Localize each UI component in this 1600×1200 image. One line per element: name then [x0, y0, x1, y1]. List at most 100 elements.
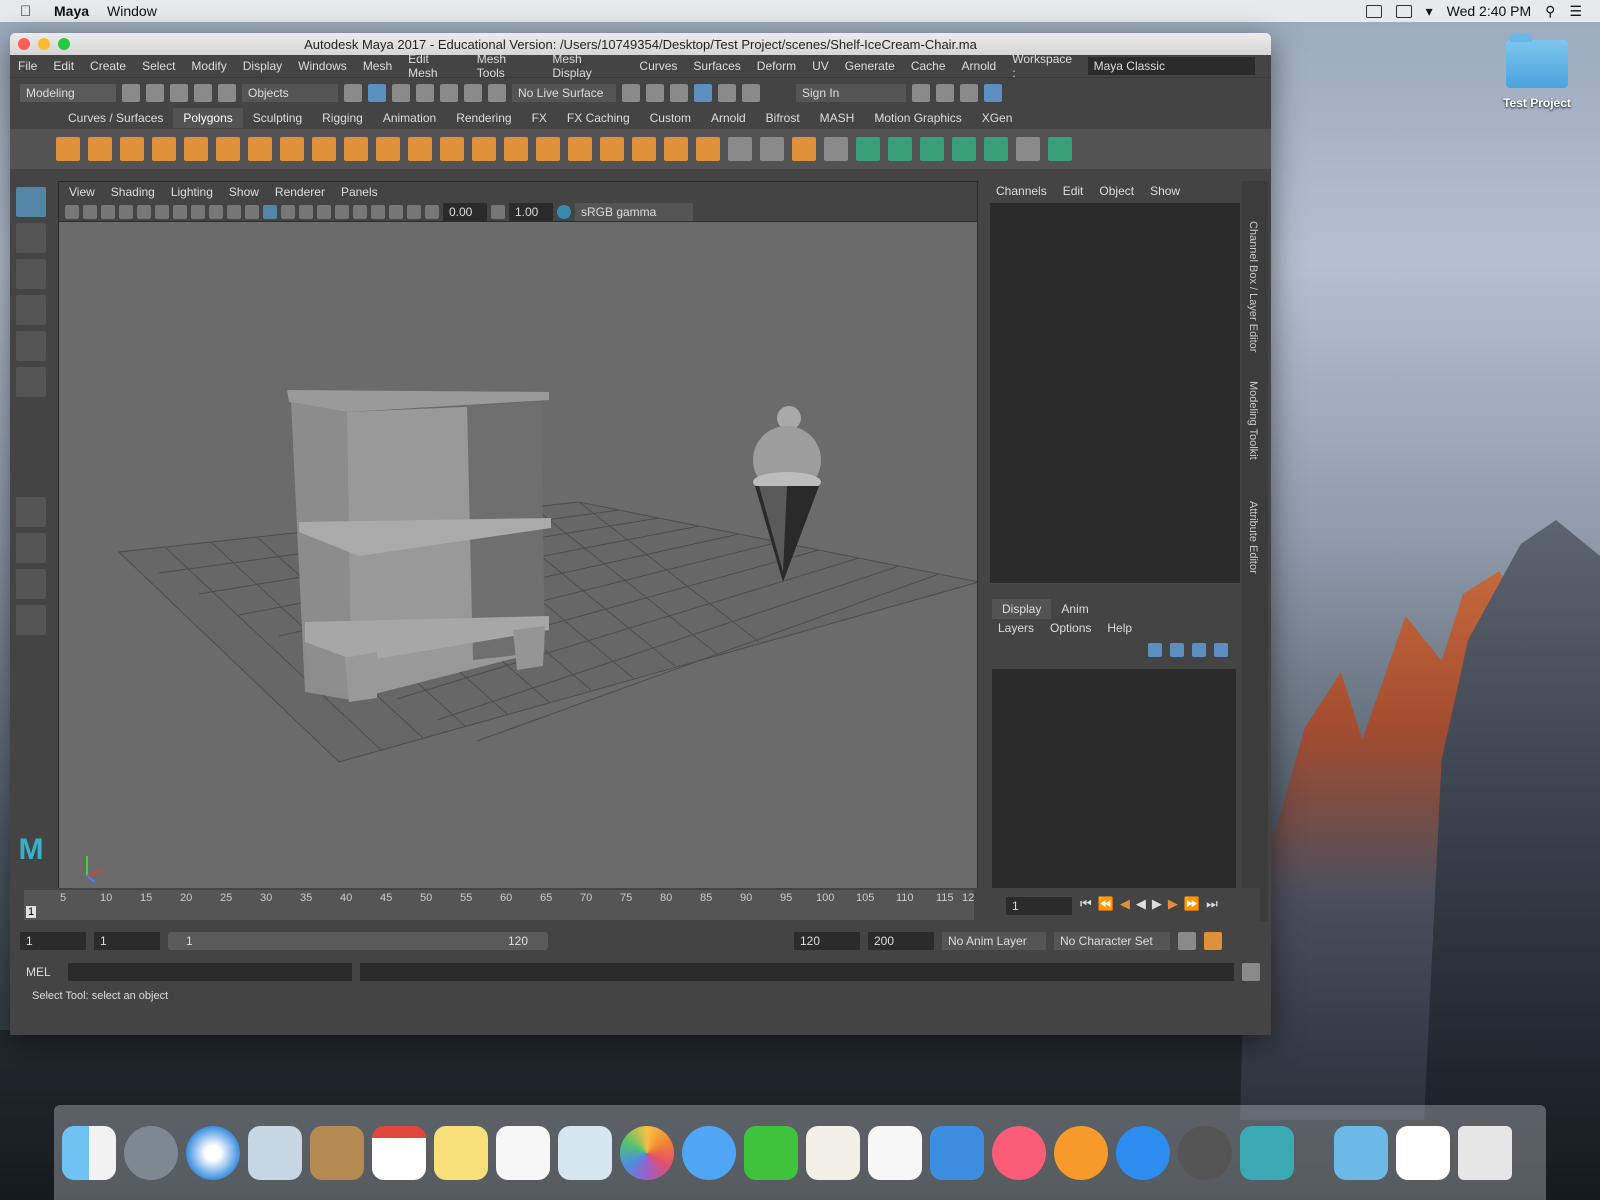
panel-menu-view[interactable]: View	[69, 185, 95, 199]
tab-mash[interactable]: MASH	[810, 108, 865, 128]
target-weld-icon[interactable]	[632, 137, 656, 161]
panel-menu-panels[interactable]: Panels	[341, 185, 378, 199]
anim-layer-dropdown[interactable]: No Anim Layer	[942, 932, 1046, 950]
four-view-layout-icon[interactable]	[16, 533, 46, 563]
step-back-frame-icon[interactable]: ◀	[1120, 896, 1130, 912]
menu-set-dropdown[interactable]: Modeling	[20, 83, 116, 102]
fill-hole-icon[interactable]	[696, 137, 720, 161]
play-backwards-icon[interactable]: ◀	[1136, 896, 1146, 912]
tab-animation[interactable]: Animation	[373, 108, 446, 128]
multi-cut-icon[interactable]	[600, 137, 624, 161]
paint-select-tool-icon[interactable]	[16, 259, 46, 289]
menu-mesh-display[interactable]: Mesh Display	[552, 52, 623, 80]
smooth-icon[interactable]	[472, 137, 496, 161]
workspace-dropdown[interactable]: Maya Classic	[1087, 57, 1255, 75]
tab-channel-box-layer-editor[interactable]: Channel Box / Layer Editor	[1247, 221, 1259, 352]
extrude-icon[interactable]	[568, 137, 592, 161]
menu-surfaces[interactable]: Surfaces	[693, 59, 740, 73]
redo-icon[interactable]	[218, 83, 236, 102]
menu-curves[interactable]: Curves	[639, 59, 677, 73]
channel-menu-object[interactable]: Object	[1099, 184, 1134, 198]
playback-end-field[interactable]: 120	[794, 932, 860, 950]
scene-view[interactable]	[59, 222, 977, 918]
uv-camera-icon[interactable]	[984, 137, 1008, 161]
character-set-dropdown[interactable]: No Character Set	[1054, 932, 1170, 950]
downloads-icon[interactable]	[1334, 1125, 1388, 1180]
bookmark-icon[interactable]	[101, 204, 115, 219]
pause-icon[interactable]	[742, 83, 760, 102]
channel-box-icon[interactable]	[984, 83, 1002, 102]
playback-start-field[interactable]: 1	[94, 932, 160, 950]
menu-display[interactable]: Display	[243, 59, 282, 73]
live-surface-field[interactable]: No Live Surface	[512, 83, 616, 102]
color-management-icon[interactable]	[557, 204, 571, 219]
separate-icon[interactable]	[408, 137, 432, 161]
wifi-icon[interactable]: ▾	[1426, 3, 1433, 20]
rotate-tool-icon[interactable]	[16, 331, 46, 361]
contacts-icon[interactable]	[310, 1125, 364, 1180]
outliner-layout-icon[interactable]	[16, 605, 46, 635]
animation-start-field[interactable]: 1	[20, 932, 86, 950]
poly-cylinder-icon[interactable]	[120, 137, 144, 161]
film-gate-icon[interactable]	[155, 204, 169, 219]
channel-menu-channels[interactable]: Channels	[996, 184, 1047, 198]
mirror-icon[interactable]	[440, 137, 464, 161]
menu-create[interactable]: Create	[90, 59, 126, 73]
messages-icon[interactable]	[682, 1125, 736, 1180]
panel-menu-shading[interactable]: Shading	[111, 185, 155, 199]
snap-curve-icon[interactable]	[440, 83, 458, 102]
poly-pyramid-icon[interactable]	[248, 137, 272, 161]
menu-windows[interactable]: Windows	[298, 59, 347, 73]
clock[interactable]: Wed 2:40 PM	[1447, 3, 1532, 19]
camera-select-icon[interactable]	[65, 204, 79, 219]
poly-svg-icon[interactable]	[344, 137, 368, 161]
isolate-select-icon[interactable]	[389, 204, 403, 219]
tab-rendering[interactable]: Rendering	[446, 108, 521, 128]
safari-icon[interactable]	[186, 1125, 240, 1180]
layer-list[interactable]	[992, 669, 1236, 895]
tab-polygons[interactable]: Polygons	[173, 108, 243, 128]
shelf-model[interactable]	[287, 390, 551, 702]
tab-display[interactable]: Display	[992, 599, 1052, 619]
photos-icon[interactable]	[620, 1125, 674, 1180]
notes-icon[interactable]	[434, 1125, 488, 1180]
tab-sculpting[interactable]: Sculpting	[243, 108, 312, 128]
scale-tool-icon[interactable]	[16, 367, 46, 397]
spotlight-icon[interactable]: ⚲	[1545, 3, 1555, 20]
move-layer-up-icon[interactable]	[1148, 643, 1162, 657]
creative-cloud-icon[interactable]	[1365, 4, 1382, 18]
maya-dock-icon[interactable]	[1240, 1125, 1294, 1180]
poly-sphere-icon[interactable]	[56, 137, 80, 161]
channel-menu-show[interactable]: Show	[1150, 184, 1180, 198]
uv-auto-icon[interactable]	[952, 137, 976, 161]
menu-uv[interactable]: UV	[812, 59, 829, 73]
menu-generate[interactable]: Generate	[845, 59, 895, 73]
snap-grid-icon[interactable]	[416, 83, 434, 102]
sign-in-button[interactable]: Sign In	[796, 83, 906, 102]
select-object-icon[interactable]	[368, 83, 386, 102]
anim-preferences-icon[interactable]	[1178, 932, 1196, 950]
uv-editor-icon[interactable]	[1016, 137, 1040, 161]
gamma-icon[interactable]	[491, 204, 505, 219]
script-editor-icon[interactable]	[1242, 963, 1260, 981]
gate-mask-icon[interactable]	[191, 204, 205, 219]
select-tool-icon[interactable]	[16, 187, 46, 217]
modeling-toolkit-icon[interactable]	[912, 83, 930, 102]
quad-draw-icon[interactable]	[824, 137, 848, 161]
poly-type-icon[interactable]	[312, 137, 336, 161]
time-slider[interactable]: 1 5 10 15 20 25 30 35 40 45 50 55 60 65 …	[10, 888, 1260, 924]
select-hierarchy-icon[interactable]	[344, 83, 362, 102]
resolution-gate-icon[interactable]	[173, 204, 187, 219]
step-back-key-icon[interactable]: ⏪	[1098, 896, 1114, 912]
panel-menu-lighting[interactable]: Lighting	[171, 185, 213, 199]
gamma-field[interactable]: 1.00	[509, 202, 553, 221]
system-preferences-icon[interactable]	[1178, 1125, 1232, 1180]
ambient-occlusion-icon[interactable]	[353, 204, 367, 219]
single-perspective-layout-icon[interactable]	[16, 497, 46, 527]
mel-label[interactable]: MEL	[26, 965, 60, 979]
itunes-icon[interactable]	[992, 1125, 1046, 1180]
reminders-icon[interactable]	[496, 1125, 550, 1180]
move-layer-down-icon[interactable]	[1170, 643, 1184, 657]
tab-arnold[interactable]: Arnold	[701, 108, 756, 128]
menu-window[interactable]: Window	[107, 3, 157, 19]
